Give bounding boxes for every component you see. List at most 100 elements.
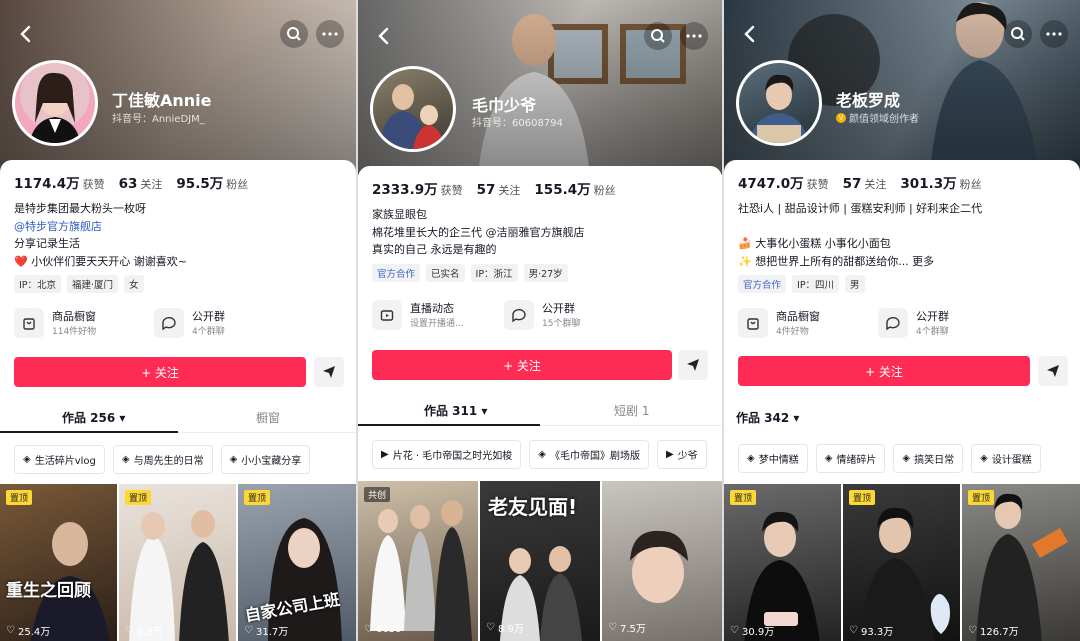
- stat-fans[interactable]: 95.5万 粉丝: [176, 172, 248, 192]
- tab-works[interactable]: 作品 256 ▾: [62, 409, 125, 426]
- collection-chips: ▶ 片花 · 毛巾帝国之时光如梭 ◈ 《毛巾帝国》剧场版 ▶ 少爷: [372, 440, 707, 469]
- group-chat-entry[interactable]: 公开群 15个群聊: [504, 300, 624, 330]
- message-icon[interactable]: [678, 350, 708, 380]
- active-tab-indicator: [0, 431, 178, 433]
- stat-fans[interactable]: 301.3万 粉丝: [900, 172, 981, 192]
- bag-icon: [14, 308, 44, 338]
- pinned-badge: 置顶: [244, 490, 271, 505]
- avatar[interactable]: [370, 66, 456, 152]
- video-thumb[interactable]: 共创 ♡ 6630: [358, 481, 478, 641]
- stack-icon: ◈: [229, 454, 238, 465]
- video-thumb[interactable]: 置顶 ♡ 126.7万: [962, 484, 1080, 641]
- tool-title: 商品橱窗: [52, 310, 96, 323]
- shop-window-entry[interactable]: 商品橱窗 114件好物: [14, 308, 134, 338]
- back-icon[interactable]: [738, 22, 762, 46]
- collection-chip[interactable]: ◈ 搞笑日常: [893, 444, 964, 473]
- tool-sub: 4个群聊: [192, 327, 225, 337]
- message-icon[interactable]: [314, 357, 344, 387]
- bio-line[interactable]: ✨ 想把世界上所有的甜都送给你... 更多: [738, 253, 982, 271]
- collection-chips: ◈ 梦中情糕 ◈ 情绪碎片 ◈ 搞笑日常 ◈ 设计蛋糕: [738, 444, 1041, 473]
- douyin-id[interactable]: 抖音号：60608794: [472, 114, 563, 129]
- verified-icon: V: [836, 112, 846, 123]
- video-thumb[interactable]: 置顶 重生之回顾 ♡ 25.4万: [0, 484, 117, 641]
- video-caption: 重生之回顾: [6, 581, 91, 601]
- search-icon[interactable]: [1004, 20, 1032, 48]
- tag-official[interactable]: 官方合作: [738, 275, 787, 293]
- pinned-badge: 置顶: [6, 490, 33, 505]
- bio-line: 社恐i人 | 甜品设计师 | 蛋糕安利师 | 好利来企二代: [738, 202, 983, 215]
- tag-gender-age: 男·27岁: [523, 264, 568, 282]
- collection-chip[interactable]: ◈ 《毛巾帝国》剧场版: [529, 440, 649, 469]
- tool-row: 商品橱窗 4件好物 公开群 4个群聊: [738, 308, 998, 338]
- more-icon[interactable]: [680, 22, 708, 50]
- shop-window-entry[interactable]: 商品橱窗 4件好物: [738, 308, 858, 338]
- username: 毛巾少爷: [472, 96, 537, 115]
- group-chat-entry[interactable]: 公开群 4个群聊: [878, 308, 998, 338]
- tab-works[interactable]: 作品 311 ▾: [424, 402, 487, 419]
- group-chat-entry[interactable]: 公开群 4个群聊: [154, 308, 274, 338]
- tab-drama[interactable]: 短剧 1: [614, 402, 649, 419]
- collection-chip[interactable]: ◈ 小小宝藏分享: [220, 445, 311, 474]
- avatar[interactable]: [736, 60, 822, 146]
- collection-chip[interactable]: ◈ 与周先生的日常: [112, 445, 213, 474]
- tag-location: 福建·厦门: [67, 275, 119, 293]
- heart-icon: ♡: [849, 625, 858, 636]
- video-thumb[interactable]: 置顶 自家公司上班 ♡ 31.7万: [238, 484, 356, 641]
- tool-sub: 15个群聊: [542, 319, 581, 329]
- video-thumb[interactable]: ♡ 7.5万: [602, 481, 722, 641]
- stat-likes[interactable]: 2333.9万 获赞: [372, 178, 463, 198]
- stat-following[interactable]: 57 关注: [843, 173, 887, 192]
- stat-likes[interactable]: 1174.4万 获赞: [14, 172, 105, 192]
- creator-label[interactable]: V 颜值领域创作者: [836, 110, 919, 125]
- collection-chip[interactable]: ▶ 少爷: [656, 440, 707, 469]
- tool-sub: 4件好物: [776, 327, 809, 337]
- message-icon[interactable]: [1038, 356, 1068, 386]
- pinned-badge: 置顶: [730, 490, 757, 505]
- co-create-badge: 共创: [364, 487, 391, 502]
- play-icon: ▶: [665, 449, 674, 460]
- live-entry[interactable]: 直播动态 设置开播通...: [372, 300, 492, 330]
- tool-sub: 114件好物: [52, 327, 97, 337]
- stack-icon: ◈: [538, 449, 546, 460]
- tag-verified: 已实名: [426, 264, 465, 282]
- avatar[interactable]: [12, 60, 98, 146]
- search-icon[interactable]: [280, 20, 308, 48]
- collection-chip[interactable]: ▶ 片花 · 毛巾帝国之时光如梭: [372, 440, 522, 469]
- stack-icon: ◈: [902, 453, 911, 464]
- stat-following[interactable]: 63 关注: [119, 173, 163, 192]
- video-thumb[interactable]: 置顶 ♡ 93.3万: [843, 484, 960, 641]
- follow-button[interactable]: + 关注: [738, 356, 1030, 386]
- stack-icon: ◈: [747, 453, 755, 464]
- active-tab-indicator: [358, 424, 540, 426]
- tool-row: 商品橱窗 114件好物 公开群 4个群聊: [14, 308, 274, 338]
- back-icon[interactable]: [14, 22, 38, 46]
- bio-line[interactable]: 棉花堆里长大的企三代 @洁丽雅官方旗舰店: [372, 224, 585, 242]
- stat-following[interactable]: 57 关注: [477, 179, 521, 198]
- heart-icon: ♡: [125, 625, 134, 636]
- more-icon[interactable]: [1040, 20, 1068, 48]
- collection-chip[interactable]: ◈ 生活碎片vlog: [14, 445, 105, 474]
- back-icon[interactable]: [372, 24, 396, 48]
- search-icon[interactable]: [644, 22, 672, 50]
- collection-chip[interactable]: ◈ 情绪碎片: [815, 444, 886, 473]
- bio: 家族显眼包 棉花堆里长大的企三代 @洁丽雅官方旗舰店 真实的自己 永远是有趣的: [372, 206, 585, 259]
- video-thumb[interactable]: 老友见面! ♡ 8.9万: [480, 481, 600, 641]
- follow-button[interactable]: + 关注: [372, 350, 672, 380]
- more-icon[interactable]: [316, 20, 344, 48]
- stat-likes[interactable]: 4747.0万 获赞: [738, 172, 829, 192]
- follow-button[interactable]: + 关注: [14, 357, 306, 387]
- like-count: ♡ 30.9万: [730, 625, 775, 638]
- stat-fans[interactable]: 155.4万 粉丝: [534, 178, 615, 198]
- tab-shop[interactable]: 橱窗: [256, 409, 280, 426]
- video-thumb[interactable]: 置顶 ♡ 9.5万: [119, 484, 236, 641]
- tab-works[interactable]: 作品 342 ▾: [736, 409, 799, 426]
- heart-icon: ♡: [6, 625, 15, 636]
- video-thumb[interactable]: 置顶 ♡ 30.9万: [724, 484, 841, 641]
- video-grid: 置顶 重生之回顾 ♡ 25.4万 置顶 ♡ 9.5万 置顶 自家公司上班 ♡ 31.7…: [0, 484, 356, 641]
- douyin-id[interactable]: 抖音号：AnnieDJM_: [112, 110, 205, 125]
- collection-chip[interactable]: ◈ 设计蛋糕: [971, 444, 1041, 473]
- bio-link[interactable]: @特步官方旗舰店: [14, 218, 187, 236]
- collection-chip[interactable]: ◈ 梦中情糕: [738, 444, 808, 473]
- content-tabs: 作品 311 ▾ 短剧 1: [358, 396, 722, 426]
- tag-official[interactable]: 官方合作: [372, 264, 421, 282]
